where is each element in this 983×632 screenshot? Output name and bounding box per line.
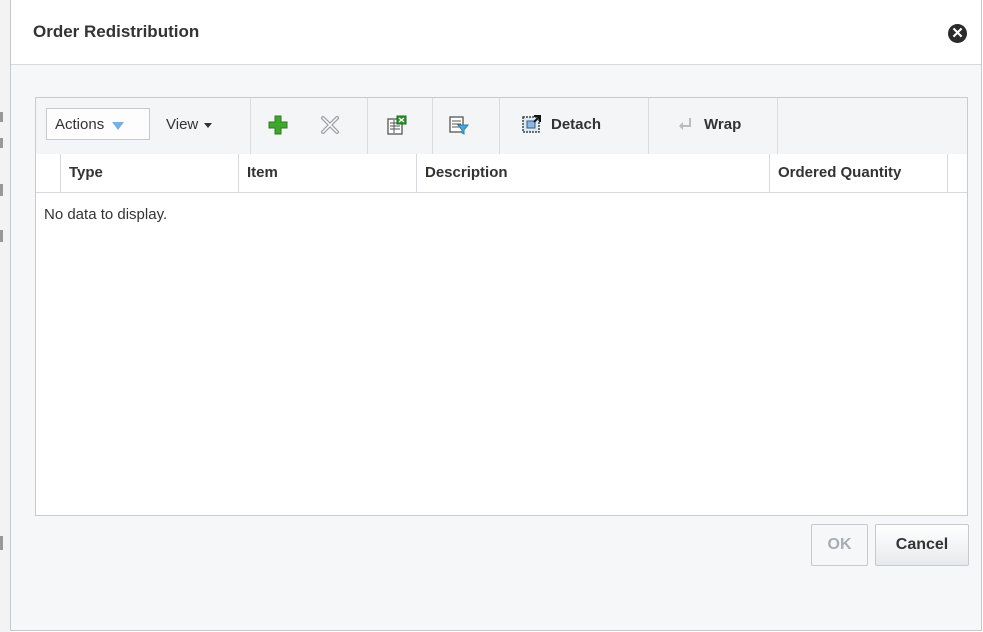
background-mark: [0, 184, 3, 196]
dialog-title: Order Redistribution: [33, 22, 200, 41]
column-header-type[interactable]: Type: [61, 154, 239, 192]
ok-button[interactable]: OK: [811, 524, 868, 566]
toolbar-divider: [499, 98, 500, 154]
chevron-down-icon: [204, 122, 213, 128]
cancel-button[interactable]: Cancel: [875, 524, 969, 566]
toolbar-divider: [648, 98, 649, 154]
wrap-button[interactable]: Wrap: [676, 108, 776, 140]
table-toolbar: Actions View Detach Wrap: [36, 98, 967, 155]
column-header-item[interactable]: Item: [239, 154, 417, 192]
actions-menu-button[interactable]: Actions: [46, 108, 150, 140]
detach-icon: [522, 115, 541, 133]
detach-button[interactable]: Detach: [521, 108, 631, 140]
dialog-titlebar: Order Redistribution ✕: [11, 0, 981, 65]
table-panel: Actions View Detach Wrap Type Item Descr…: [35, 97, 968, 516]
toolbar-divider: [777, 98, 778, 154]
background-mark: [0, 230, 3, 242]
column-header-description[interactable]: Description: [417, 154, 770, 192]
detach-label: Detach: [551, 115, 602, 133]
close-icon[interactable]: ✕: [948, 24, 967, 43]
empty-table-message: No data to display.: [44, 206, 168, 223]
toolbar-divider: [367, 98, 368, 154]
order-redistribution-dialog: Order Redistribution ✕ Actions View Deta…: [10, 0, 982, 631]
wrap-icon: [679, 118, 691, 130]
chevron-down-icon: [112, 121, 125, 130]
table-header-row: Type Item Description Ordered Quantity: [36, 154, 967, 193]
query-by-example-icon[interactable]: [448, 114, 470, 136]
view-label: View: [166, 115, 199, 133]
toolbar-divider: [432, 98, 433, 154]
add-icon[interactable]: [267, 114, 289, 136]
column-header-ordered-quantity[interactable]: Ordered Quantity: [770, 154, 948, 192]
background-mark: [0, 138, 3, 148]
delete-icon[interactable]: [319, 114, 341, 136]
actions-label: Actions: [55, 115, 105, 133]
toolbar-divider: [250, 98, 251, 154]
row-selector-header: [36, 154, 61, 192]
view-menu-button[interactable]: View: [160, 108, 230, 140]
background-mark: [0, 536, 3, 550]
background-window-edge: [0, 0, 10, 632]
wrap-label: Wrap: [704, 115, 742, 133]
background-mark: [0, 112, 3, 122]
export-to-excel-icon[interactable]: [386, 114, 408, 136]
